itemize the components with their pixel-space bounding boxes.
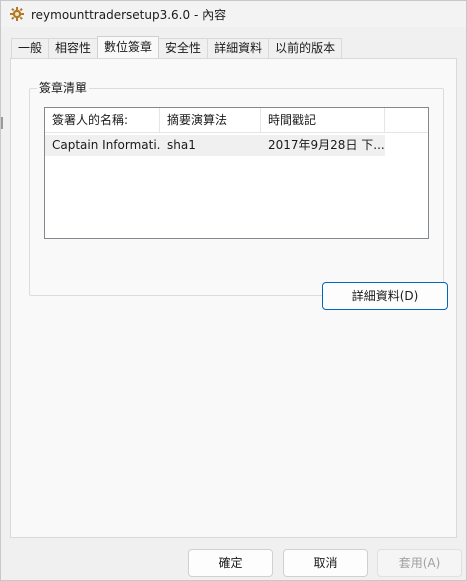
tab-compatibility[interactable]: 相容性: [48, 38, 99, 58]
properties-dialog: reymounttradersetup3.6.0 - 內容 一般 相容性 數位簽…: [0, 0, 467, 581]
edge-mark: [1, 117, 3, 129]
title-bar[interactable]: reymounttradersetup3.6.0 - 內容: [1, 1, 466, 27]
tab-details[interactable]: 詳細資料: [207, 38, 270, 58]
cell-signer-name: Captain Informati...: [52, 138, 160, 152]
column-timestamp[interactable]: 時間戳記: [261, 108, 385, 132]
tab-digital-signatures[interactable]: 數位簽章: [97, 36, 160, 58]
table-row[interactable]: Captain Informati... sha1 2017年9月28日 下..…: [45, 135, 385, 156]
digital-signatures-page: 簽章清單 簽署人的名稱: 摘要演算法 時間戳記 Captain Informat…: [10, 58, 457, 538]
app-gear-icon: [10, 7, 24, 21]
apply-button[interactable]: 套用(A): [377, 549, 462, 577]
ok-button[interactable]: 確定: [188, 549, 273, 577]
details-button[interactable]: 詳細資料(D): [322, 282, 448, 310]
window-title: reymounttradersetup3.6.0 - 內容: [31, 7, 227, 22]
signature-listview[interactable]: 簽署人的名稱: 摘要演算法 時間戳記 Captain Informati... …: [44, 107, 429, 239]
tab-general[interactable]: 一般: [11, 38, 50, 58]
cell-digest-algorithm: sha1: [167, 138, 196, 152]
cell-timestamp: 2017年9月28日 下...: [268, 138, 385, 152]
column-signer-name[interactable]: 簽署人的名稱:: [45, 108, 160, 132]
signature-list-group: 簽章清單 簽署人的名稱: 摘要演算法 時間戳記 Captain Informat…: [29, 80, 448, 310]
listview-header: 簽署人的名稱: 摘要演算法 時間戳記: [45, 108, 428, 133]
cancel-button[interactable]: 取消: [283, 549, 368, 577]
group-title: 簽章清單: [37, 80, 90, 96]
tab-security[interactable]: 安全性: [158, 38, 209, 58]
column-digest-algorithm[interactable]: 摘要演算法: [160, 108, 261, 132]
tab-previous-versions[interactable]: 以前的版本: [268, 38, 343, 58]
tab-strip: 一般 相容性 數位簽章 安全性 詳細資料 以前的版本: [11, 36, 343, 58]
